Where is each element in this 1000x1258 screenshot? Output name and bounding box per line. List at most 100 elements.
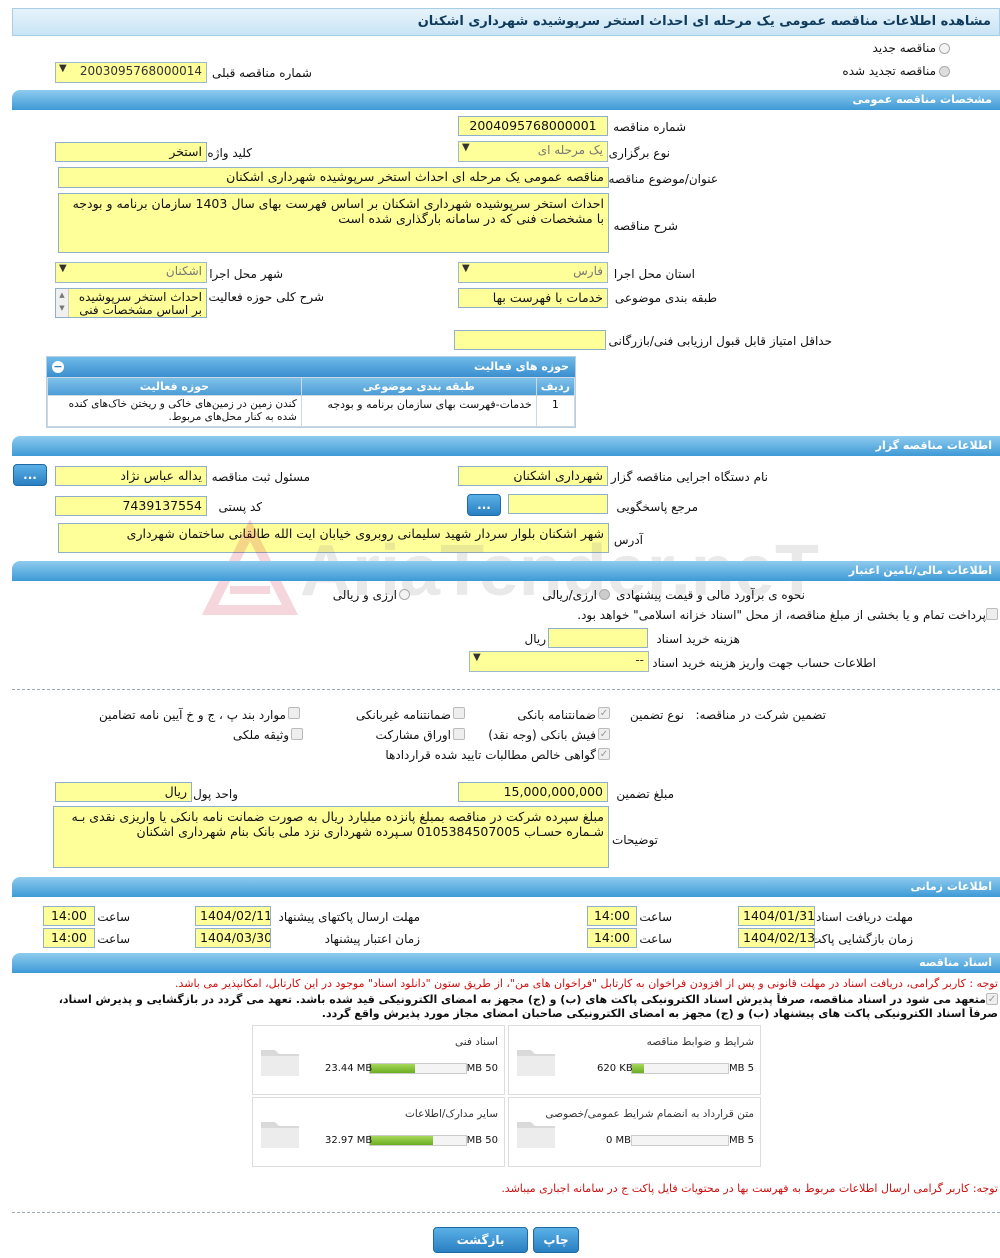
- folder-icon: [261, 1122, 299, 1148]
- items-label: موارد بند پ ، ج و خ آیین نامه تضامین: [98, 708, 286, 722]
- radio-rial-or-foreign[interactable]: [599, 589, 610, 600]
- address-label: آدرس: [613, 533, 643, 547]
- registrar-field[interactable]: یداله عباس نژاد: [55, 466, 207, 486]
- address-field[interactable]: شهر اشکنان بلوار سردار شهید سلیمانی روبر…: [58, 523, 609, 553]
- prev-number-select[interactable]: 2003095768000014 ▼: [55, 62, 207, 83]
- notes-field[interactable]: مبلغ سپرده شرکت در مناقصه بمبلغ پانزده م…: [53, 806, 609, 868]
- radio-new-tender[interactable]: [939, 43, 950, 54]
- claims-checkbox[interactable]: ✓: [598, 748, 610, 760]
- activities-title: حوزه های فعالیت: [474, 360, 569, 373]
- city-select[interactable]: اشکنان ▼: [55, 262, 207, 283]
- validity-date-field[interactable]: 1404/03/30: [195, 928, 271, 948]
- file-card-technical[interactable]: اسناد فنی 50 MB 23.44 MB: [252, 1025, 505, 1095]
- items-checkbox[interactable]: [288, 707, 300, 719]
- activity-field[interactable]: احداث استخر سرپوشیده بر اساس مشخصات فنی: [55, 288, 207, 318]
- file-progress-fill: [632, 1064, 644, 1073]
- radio-renewed-tender[interactable]: [939, 66, 950, 77]
- file-card-conditions[interactable]: شرایط و ضوابط مناقصه 5 MB 620 KB: [508, 1025, 761, 1095]
- commit-checkbox[interactable]: ✓: [986, 993, 998, 1005]
- min-score-field[interactable]: [454, 330, 606, 350]
- commit-text-1: متعهد می شود در اسناد مناقصه، صرفاً پذیر…: [58, 993, 986, 1006]
- price-list-note: توجه: کاربر گرامی ارسال اطلاعات مربوط به…: [501, 1182, 998, 1195]
- opening-time-label: ساعت: [639, 932, 672, 946]
- opening-time-field[interactable]: 14:00: [587, 928, 637, 948]
- file-max-size: 50 MB: [466, 1063, 498, 1074]
- province-select[interactable]: فارس ▼: [458, 262, 608, 283]
- tender-number-field[interactable]: 2004095768000001: [458, 116, 608, 136]
- validity-time-field[interactable]: 14:00: [43, 928, 95, 948]
- reference-field[interactable]: [508, 494, 608, 514]
- category-field[interactable]: خدمات با فهرست بها: [458, 288, 608, 308]
- activity-label: شرح کلی حوزه فعالیت: [208, 290, 325, 304]
- file-card-other[interactable]: سایر مدارک/اطلاعات 50 MB 32.97 MB: [252, 1097, 505, 1167]
- holding-type-value: یک مرحله ای: [537, 143, 603, 157]
- province-value: فارس: [573, 264, 603, 278]
- file-progress-bar: [631, 1135, 729, 1146]
- guarantee-amount-field[interactable]: 15,000,000,000: [458, 782, 608, 802]
- col-row-header: ردیف: [535, 377, 576, 396]
- organizer-section-header: اطلاعات مناقصه گزار: [12, 436, 1000, 456]
- send-date-field[interactable]: 1404/02/11: [195, 906, 271, 926]
- file-size: 32.97 MB: [325, 1135, 373, 1146]
- documents-note: توجه : کاربر گرامی، دریافت اسناد در مهلت…: [174, 977, 998, 990]
- opening-date-field[interactable]: 1404/02/13: [738, 928, 815, 948]
- collapse-icon[interactable]: −: [52, 361, 64, 373]
- cash-label: فیش بانکی (وجه نقد): [488, 728, 596, 742]
- currency-field[interactable]: ریال: [55, 782, 192, 802]
- account-select[interactable]: -- ▼: [469, 651, 649, 672]
- radio-rial-and-foreign[interactable]: [399, 589, 410, 600]
- nonbank-guarantee-checkbox[interactable]: [453, 707, 465, 719]
- timing-section-header: اطلاعات زمانی: [12, 877, 1000, 897]
- file-name: شرایط و ضوابط مناقصه: [646, 1036, 754, 1048]
- city-value: اشکنان: [165, 264, 202, 278]
- currency-label: واحد پول: [193, 787, 238, 801]
- subject-field[interactable]: مناقصه عمومی یک مرحله ای احداث استخر سرپ…: [58, 167, 609, 188]
- file-card-contract[interactable]: متن قرارداد به انضمام شرایط عمومی/خصوصی …: [508, 1097, 761, 1167]
- receive-time-label: ساعت: [639, 910, 672, 924]
- description-field[interactable]: احداث استخر سرپوشیده شهرداری اشکنان بر ا…: [58, 193, 609, 253]
- table-row[interactable]: 1 خدمات-فهرست بهای سازمان برنامه و بودجه…: [47, 395, 576, 427]
- cash-checkbox[interactable]: ✓: [598, 728, 610, 740]
- doc-fee-field[interactable]: [548, 628, 648, 648]
- registrar-more-button[interactable]: ...: [13, 464, 47, 486]
- bonds-checkbox[interactable]: [453, 728, 465, 740]
- reference-label: مرجع پاسخگویی: [616, 500, 698, 514]
- registrar-label: مسئول ثبت مناقصه: [211, 470, 310, 484]
- validity-time-label: ساعت: [97, 932, 130, 946]
- org-name-field[interactable]: شهرداری اشکنان: [458, 466, 608, 486]
- reference-more-button[interactable]: ...: [467, 494, 501, 516]
- print-button[interactable]: چاپ: [533, 1227, 579, 1253]
- property-label: وثیقه ملکی: [232, 728, 289, 742]
- send-time-label: ساعت: [97, 910, 130, 924]
- subject-label: عنوان/موضوع مناقصه: [608, 172, 718, 186]
- guarantee-type-label: نوع تضمین: [630, 708, 684, 722]
- file-name: متن قرارداد به انضمام شرایط عمومی/خصوصی: [545, 1108, 754, 1120]
- category-label: طبقه بندی موضوعی: [614, 291, 717, 305]
- city-label: شهر محل اجرا: [209, 267, 283, 281]
- prev-number-label: شماره مناقصه قبلی: [212, 66, 312, 80]
- keyword-field[interactable]: استخر: [55, 142, 207, 162]
- receive-date-field[interactable]: 1404/01/31: [738, 906, 815, 926]
- file-size: 23.44 MB: [325, 1063, 373, 1074]
- activity-scrollbar[interactable]: ▲ ▼: [56, 289, 69, 317]
- send-time-field[interactable]: 14:00: [43, 906, 95, 926]
- postal-code-label: کد پستی: [218, 500, 263, 514]
- new-tender-label: مناقصه جدید: [872, 41, 936, 55]
- chevron-down-icon: ▼: [59, 63, 67, 74]
- postal-code-field[interactable]: 7439137554: [55, 496, 207, 516]
- send-deadline-label: مهلت ارسال پاکتهای پیشنهاد: [278, 910, 420, 924]
- col-activity-header: حوزه فعالیت: [47, 377, 302, 396]
- chevron-down-icon: ▼: [462, 142, 470, 153]
- account-value: --: [635, 653, 644, 667]
- claims-label: گواهی خالص مطالبات تایید شده قراردادها: [385, 748, 596, 762]
- file-size: 0 MB: [606, 1135, 632, 1146]
- folder-icon: [261, 1050, 299, 1076]
- property-checkbox[interactable]: [291, 728, 303, 740]
- holding-type-select[interactable]: یک مرحله ای ▼: [458, 141, 608, 162]
- back-button[interactable]: بازگشت: [433, 1227, 528, 1253]
- file-max-size: 50 MB: [466, 1135, 498, 1146]
- file-size: 620 KB: [597, 1063, 633, 1074]
- receive-time-field[interactable]: 14:00: [587, 906, 637, 926]
- bank-guarantee-checkbox[interactable]: ✓: [598, 707, 610, 719]
- treasury-checkbox[interactable]: [986, 608, 998, 620]
